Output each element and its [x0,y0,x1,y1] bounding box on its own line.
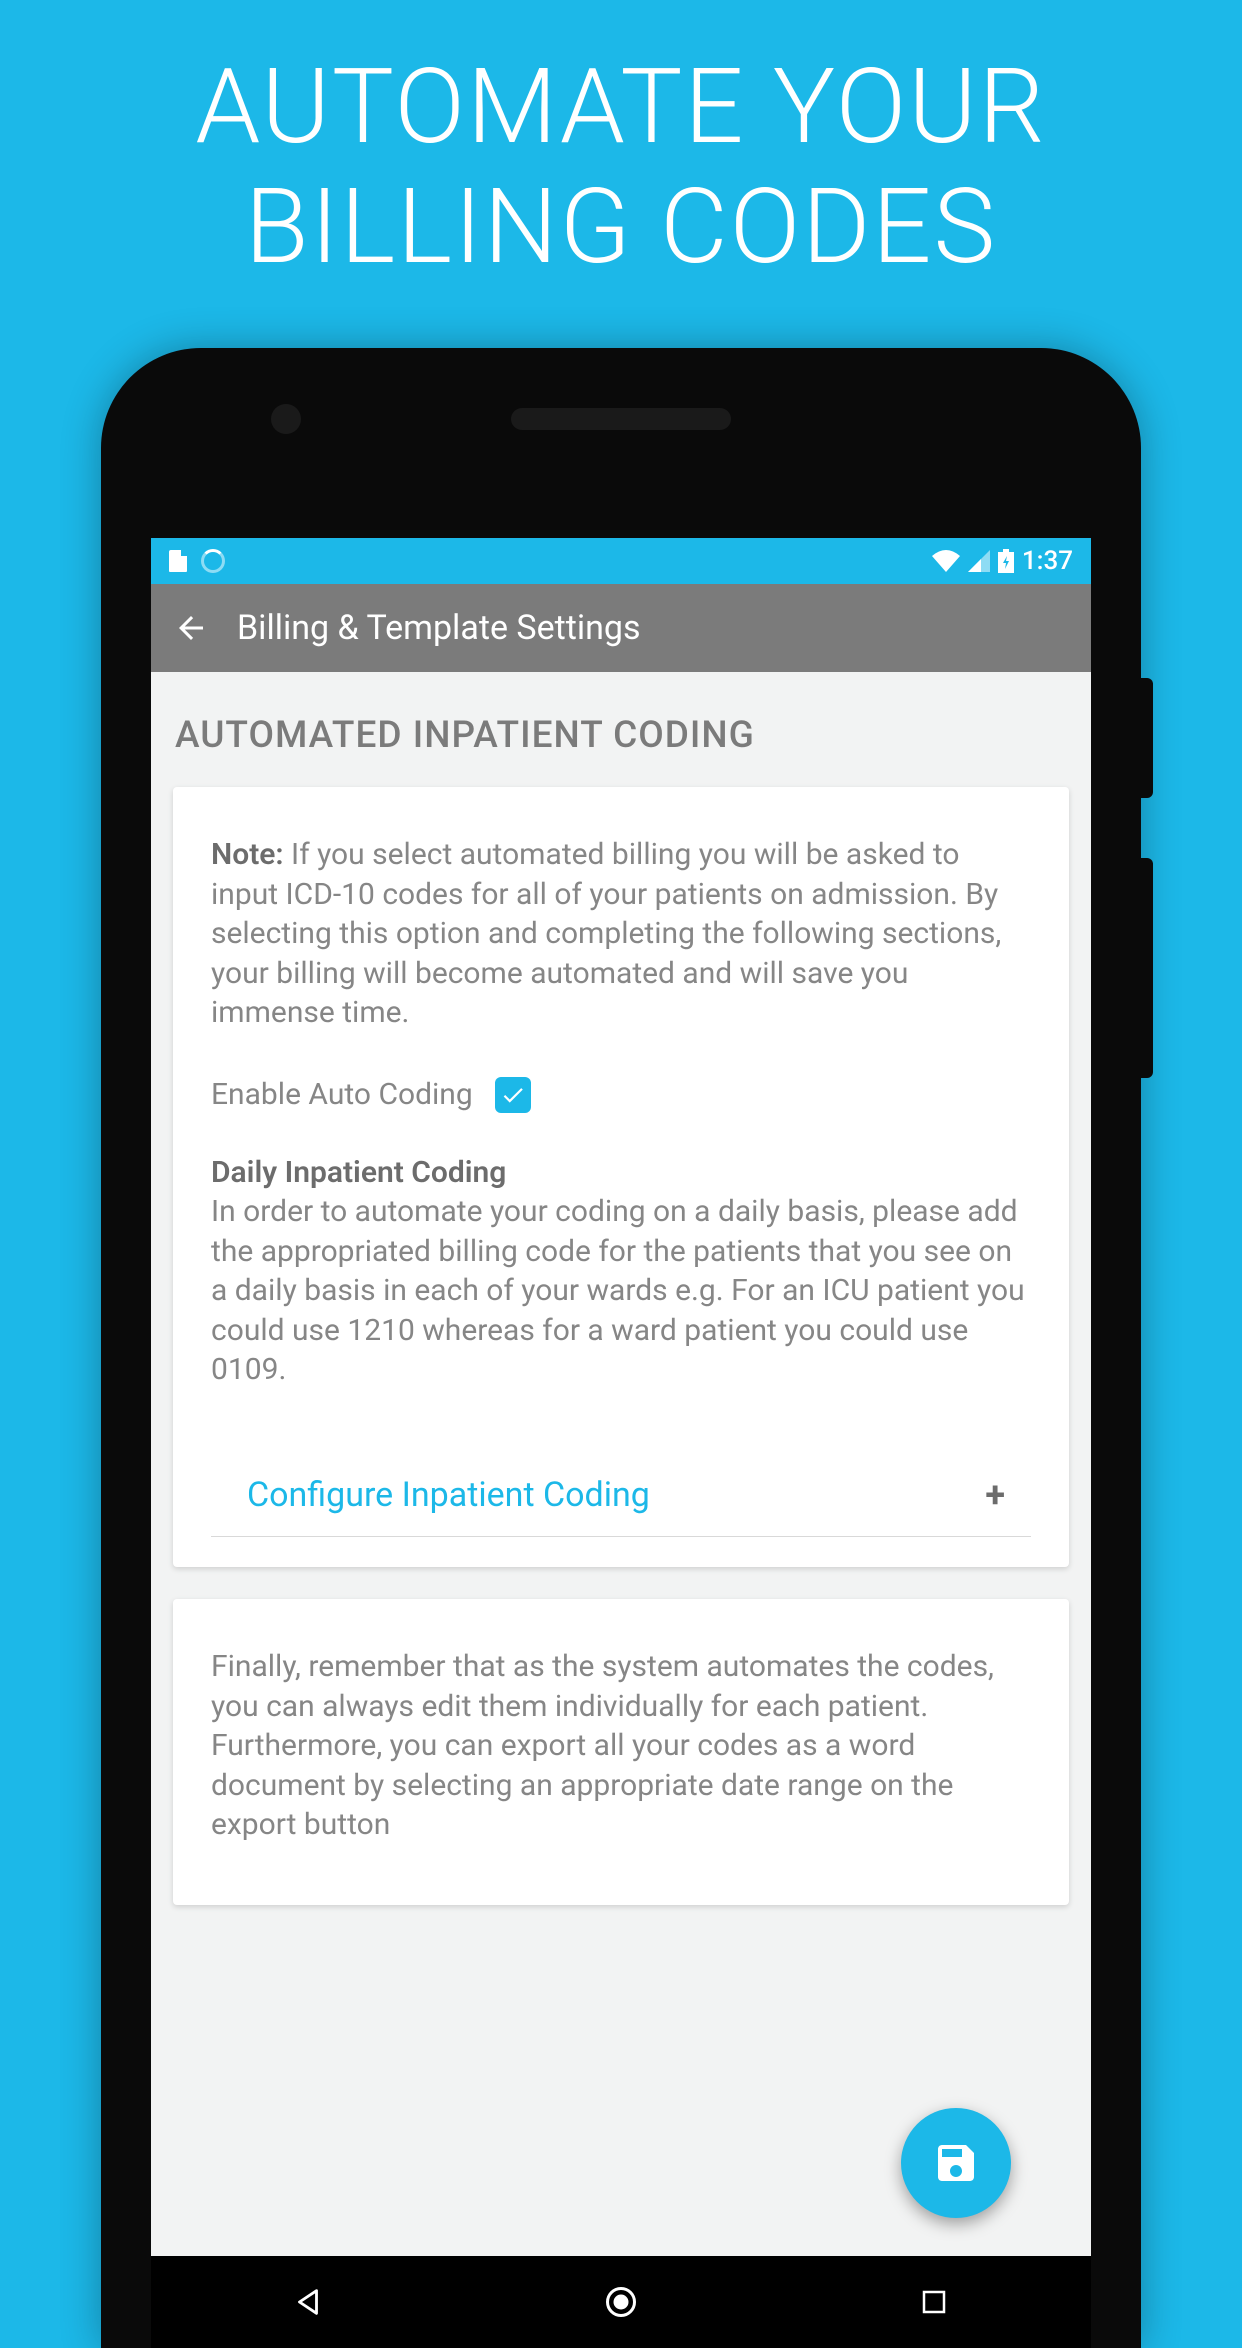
note-label: Note: [211,837,284,872]
content-area: AUTOMATED INPATIENT CODING Note: If you … [151,672,1091,1905]
app-bar: Billing & Template Settings [151,584,1091,672]
configure-inpatient-label: Configure Inpatient Coding [219,1475,650,1515]
daily-inpatient-heading: Daily Inpatient Coding [211,1155,1031,1190]
sd-card-icon [169,550,187,572]
status-bar-left [169,549,225,573]
note-text: Note: If you select automated billing yo… [211,835,1031,1033]
save-icon [932,2139,980,2187]
nav-square-icon [919,2287,949,2317]
phone-screen: 1:37 Billing & Template Settings AUTOMAT… [151,538,1091,2348]
promo-title: AUTOMATE YOUR BILLING CODES [0,0,1242,287]
arrow-left-icon [173,610,209,646]
plus-icon: + [985,1474,1023,1516]
sync-icon [201,549,225,573]
back-button[interactable] [171,608,211,648]
phone-side-button-top [1141,678,1153,798]
section-heading: AUTOMATED INPATIENT CODING [173,672,1069,787]
enable-auto-coding-row: Enable Auto Coding [211,1077,1031,1113]
export-info-card: Finally, remember that as the system aut… [173,1599,1069,1905]
status-bar-right: 1:37 [932,546,1073,576]
configure-inpatient-row[interactable]: Configure Inpatient Coding + [211,1446,1031,1537]
app-bar-title: Billing & Template Settings [237,608,641,648]
wifi-icon [932,550,960,572]
android-nav-bar [151,2256,1091,2348]
phone-camera [271,404,301,434]
enable-auto-coding-label: Enable Auto Coding [211,1077,473,1112]
phone-speaker [511,408,731,430]
promo-line-2: BILLING CODES [0,168,1242,288]
status-bar: 1:37 [151,538,1091,584]
promo-line-1: AUTOMATE YOUR [0,48,1242,168]
checkmark-icon [500,1082,526,1108]
nav-recent-button[interactable] [904,2272,964,2332]
daily-inpatient-body: In order to automate your coding on a da… [211,1192,1031,1390]
auto-coding-card: Note: If you select automated billing yo… [173,787,1069,1567]
nav-circle-icon [603,2284,639,2320]
nav-triangle-icon [291,2285,325,2319]
phone-side-button-bottom [1141,858,1153,1078]
enable-auto-coding-checkbox[interactable] [495,1077,531,1113]
export-info-body: Finally, remember that as the system aut… [211,1647,1031,1845]
nav-back-button[interactable] [278,2272,338,2332]
note-body: If you select automated billing you will… [211,837,1001,1030]
nav-home-button[interactable] [591,2272,651,2332]
save-fab[interactable] [901,2108,1011,2218]
status-time: 1:37 [1022,546,1073,576]
phone-frame: 1:37 Billing & Template Settings AUTOMAT… [101,348,1141,2348]
cell-signal-icon [968,550,990,572]
battery-icon [998,549,1014,573]
